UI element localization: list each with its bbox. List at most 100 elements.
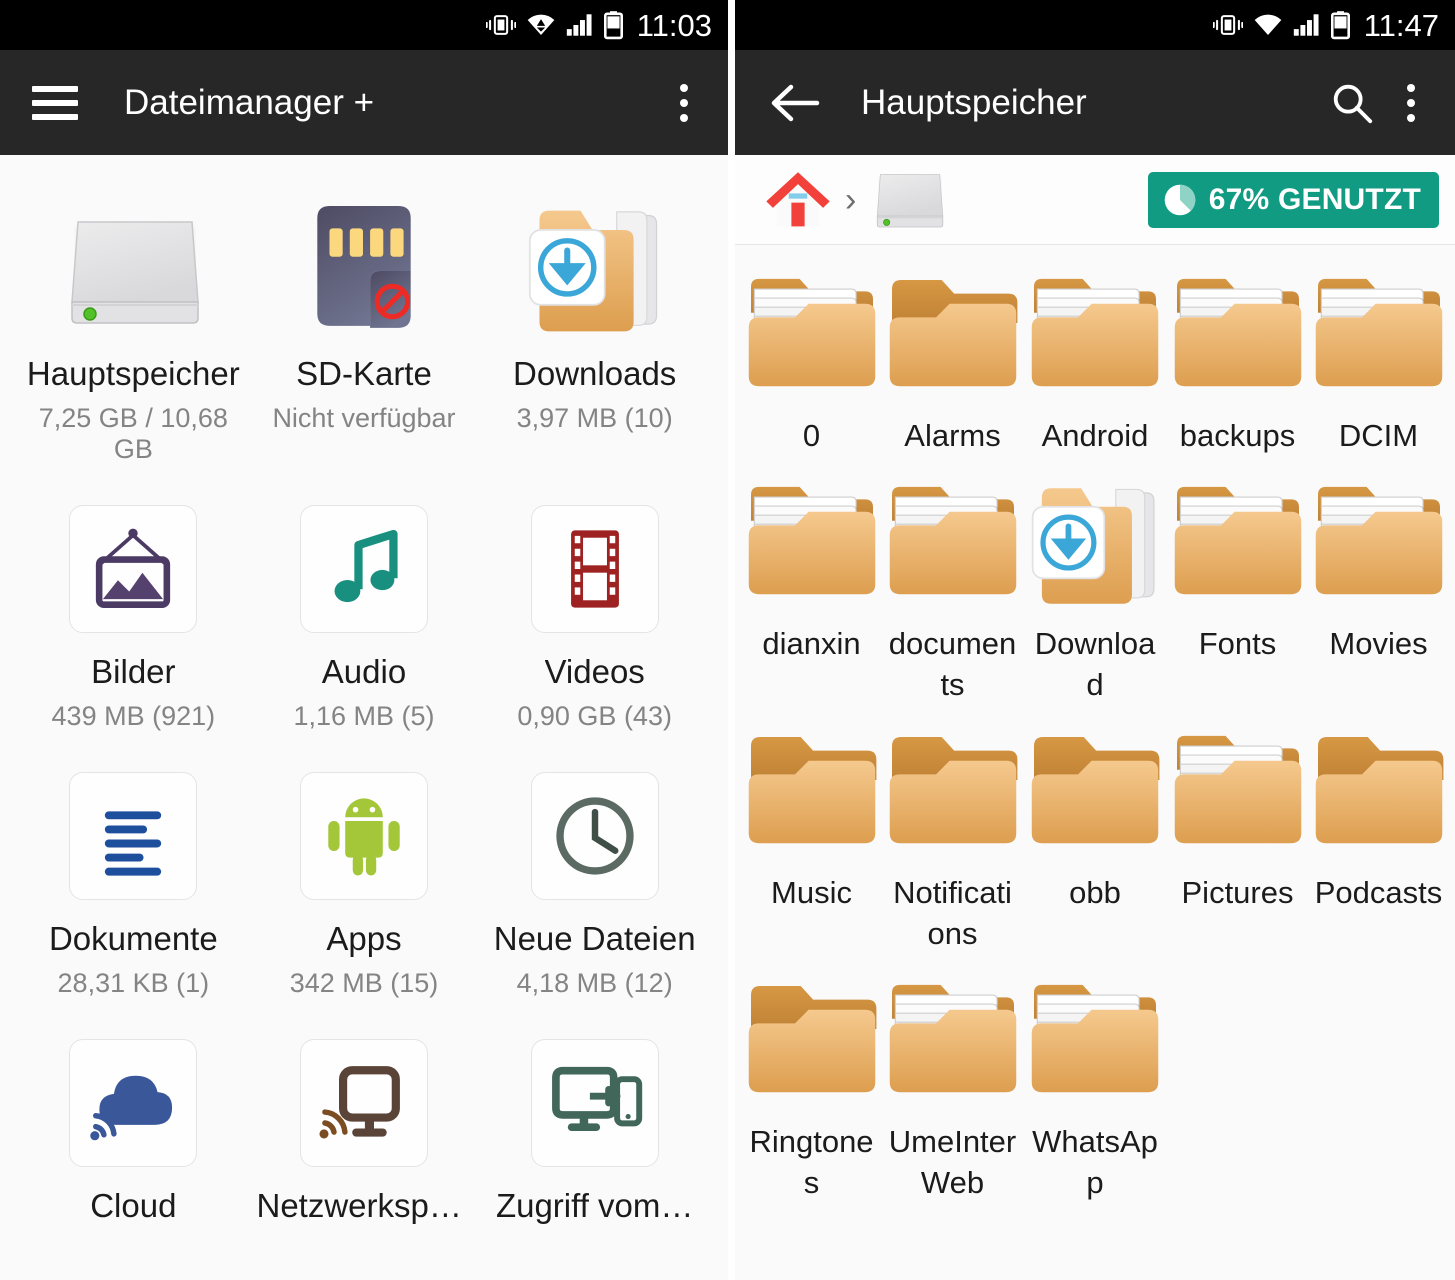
tile-dokumente[interactable]: Dokumente 28,31 KB (1)	[18, 754, 249, 1021]
document-lines-icon	[89, 792, 177, 880]
tile-bilder[interactable]: Bilder 439 MB (921)	[18, 487, 249, 754]
hamburger-icon[interactable]	[32, 85, 78, 120]
tile-label: SD-Karte	[296, 355, 432, 392]
folder-item-notifications[interactable]: Notifications	[882, 718, 1023, 967]
tile-hauptspeicher[interactable]: Hauptspeicher 7,25 GB / 10,68 GB	[18, 189, 249, 487]
tile-sd-karte[interactable]: SD-Karte Nicht verfügbar	[249, 189, 480, 487]
tile-neue-dateien[interactable]: Neue Dateien 4,18 MB (12)	[479, 754, 710, 1021]
folder-item-music[interactable]: Music	[741, 718, 882, 967]
tile-sublabel: 28,31 KB (1)	[57, 968, 210, 998]
folder-label: Notifications	[893, 874, 1012, 952]
folder-item-dianxin[interactable]: dianxin	[741, 469, 882, 718]
folder-item-whatsapp[interactable]: WhatsApp	[1023, 967, 1167, 1216]
folder-item-movies[interactable]: Movies	[1308, 469, 1449, 718]
kebab-menu-icon[interactable]	[662, 81, 706, 125]
folder-label: Podcasts	[1314, 874, 1443, 910]
folder-item-documents[interactable]: documents	[882, 469, 1023, 718]
clock-time: 11:03	[636, 7, 712, 43]
folder-label: UmeInterWeb	[888, 1123, 1017, 1201]
folder-item-umeinterweb[interactable]: UmeInterWeb	[882, 967, 1023, 1216]
folder-item-pictures[interactable]: Pictures	[1167, 718, 1308, 967]
tile-apps[interactable]: Apps 342 MB (15)	[249, 754, 480, 1021]
folder-label: backups	[1179, 418, 1296, 453]
folder-item-0[interactable]: 0	[741, 261, 882, 469]
tile-cloud[interactable]: Cloud	[18, 1021, 249, 1257]
screen-divider	[728, 0, 735, 1280]
folder-with-files-icon	[1170, 271, 1306, 411]
tile-label: Videos	[544, 653, 645, 690]
right-screen: 11:47 Hauptspeicher › 67% GENUTZT 0 Alar…	[735, 0, 1455, 1280]
dokumente-card	[69, 760, 198, 912]
hard-drive-icon	[870, 166, 948, 234]
icon-card	[530, 1039, 659, 1167]
icon-card	[69, 505, 198, 633]
folder-with-files-icon	[744, 271, 880, 411]
home-icon	[765, 167, 831, 233]
folder-label: Ringtones	[749, 1123, 874, 1201]
remote-access-icon	[544, 1059, 646, 1147]
storage-usage-badge[interactable]: 67% GENUTZT	[1147, 171, 1439, 228]
folder-label: Pictures	[1181, 874, 1294, 910]
tile-label: Dokumente	[48, 920, 218, 957]
tile-sublabel: 342 MB (15)	[289, 968, 439, 998]
folder-item-podcasts[interactable]: Podcasts	[1308, 718, 1449, 967]
usage-label: 67% GENUTZT	[1208, 182, 1421, 216]
apps-card	[299, 760, 428, 912]
folder-item-obb[interactable]: obb	[1023, 718, 1167, 967]
audio-card	[299, 493, 428, 645]
music-note-icon	[318, 523, 410, 615]
signal-icon	[1293, 12, 1321, 38]
battery-icon	[1331, 10, 1350, 40]
tile-netzwerkspeicher[interactable]: Netzwerkspe…	[249, 1021, 480, 1257]
icon-card	[69, 1039, 198, 1167]
folder-with-files-icon	[885, 479, 1021, 619]
tile-downloads[interactable]: Downloads 3,97 MB (10)	[479, 189, 710, 487]
back-arrow-icon[interactable]	[769, 83, 821, 123]
kebab-menu-icon[interactable]	[1389, 81, 1433, 125]
folder-label: Music	[771, 874, 852, 910]
tile-sublabel: 439 MB (921)	[51, 701, 216, 731]
tile-zugriff-vom-pc[interactable]: Zugriff vom…	[479, 1021, 710, 1257]
breadcrumb-item-home[interactable]	[765, 167, 831, 233]
folder-item-backups[interactable]: backups	[1167, 261, 1308, 469]
folder-label: Movies	[1329, 625, 1428, 661]
folder-empty-icon	[1311, 728, 1447, 868]
clock-time: 11:47	[1363, 7, 1439, 43]
right-toolbar: Hauptspeicher	[735, 50, 1455, 155]
folder-item-download[interactable]: Download	[1023, 469, 1167, 718]
picture-frame-icon	[86, 522, 180, 616]
folder-label: dianxin	[762, 625, 861, 661]
storage-category-grid: Hauptspeicher 7,25 GB / 10,68 GB SD-Kart…	[0, 155, 728, 1257]
pie-chart-icon	[1163, 183, 1197, 217]
wifi-triangle-icon	[526, 12, 556, 38]
android-robot-icon	[317, 789, 411, 883]
downloads-folder-icon	[522, 195, 668, 347]
folder-with-files-icon	[885, 977, 1021, 1117]
folder-item-alarms[interactable]: Alarms	[882, 261, 1023, 469]
tile-sublabel: 1,16 MB (5)	[293, 701, 435, 731]
breadcrumb-separator: ›	[845, 180, 857, 219]
vibrate-icon	[1213, 9, 1243, 41]
folder-item-ringtones[interactable]: Ringtones	[741, 967, 882, 1216]
breadcrumb-item-storage[interactable]	[870, 166, 948, 234]
hard-drive-icon	[58, 195, 208, 347]
icon-card	[69, 772, 198, 900]
videos-card	[530, 493, 659, 645]
folder-empty-icon	[744, 977, 880, 1117]
network-storage-icon	[314, 1057, 414, 1149]
tile-videos[interactable]: Videos 0,90 GB (43)	[479, 487, 710, 754]
folder-item-dcim[interactable]: DCIM	[1308, 261, 1449, 469]
folder-label: DCIM	[1338, 418, 1419, 453]
tile-audio[interactable]: Audio 1,16 MB (5)	[249, 487, 480, 754]
tile-sublabel: 3,97 MB (10)	[516, 403, 673, 433]
folder-item-android[interactable]: Android	[1023, 261, 1167, 469]
folder-with-files-icon	[1311, 271, 1447, 411]
folder-item-fonts[interactable]: Fonts	[1167, 469, 1308, 718]
tile-label: Audio	[321, 653, 407, 690]
search-icon[interactable]	[1329, 80, 1375, 126]
tile-label: Bilder	[91, 653, 176, 690]
folder-label: 0	[802, 418, 821, 453]
tile-label: Neue Dateien	[493, 920, 696, 957]
tile-label: Netzwerkspe…	[256, 1187, 472, 1224]
app-title: Dateimanager +	[124, 82, 375, 122]
